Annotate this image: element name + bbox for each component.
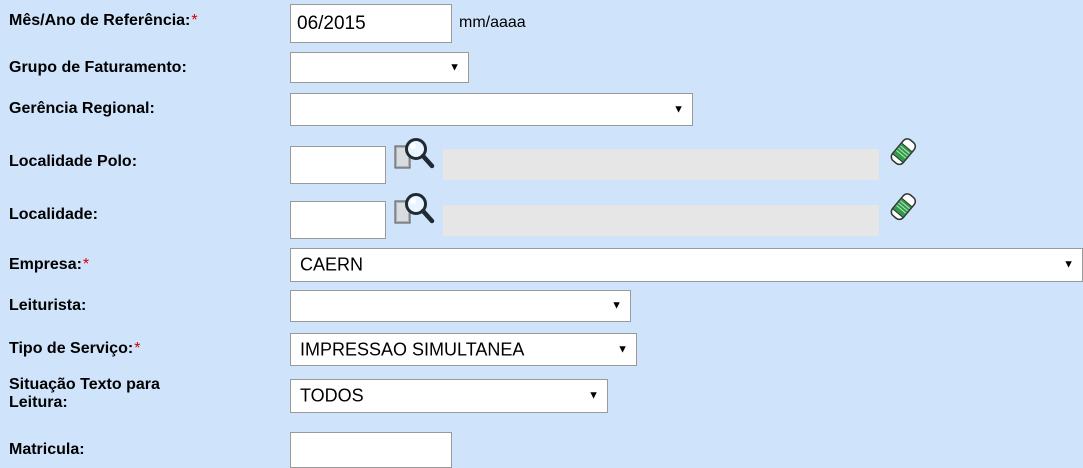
dropdown-arrow-icon: ▼ [588, 389, 599, 402]
eraser-clear-icon[interactable] [886, 135, 920, 174]
gerencia-regional-select[interactable]: ▼ [290, 93, 693, 126]
dropdown-arrow-icon: ▼ [673, 103, 684, 115]
magnifier-search-icon[interactable] [392, 189, 436, 240]
empresa-value: CAERN [300, 254, 364, 275]
dropdown-arrow-icon: ▼ [1063, 258, 1074, 271]
situacao-texto-select[interactable]: TODOS ▼ [290, 379, 608, 413]
localidade-label: Localidade: [9, 206, 98, 223]
situacao-texto-label: Situação Texto para Leitura: [9, 376, 160, 412]
matricula-label: Matricula: [9, 441, 85, 458]
mes-ano-label: Mês/Ano de Referência:* [9, 12, 198, 30]
required-marker: * [191, 12, 198, 29]
required-marker: * [134, 340, 141, 357]
grupo-faturamento-label: Grupo de Faturamento: [9, 59, 187, 76]
situacao-texto-label-line1: Situação Texto para [9, 376, 160, 393]
required-marker: * [82, 256, 90, 273]
tipo-servico-label-text: Tipo de Serviço: [9, 340, 134, 357]
situacao-texto-value: TODOS [300, 385, 364, 406]
mes-ano-input[interactable]: 06/2015 [290, 4, 452, 43]
tipo-servico-value: IMPRESSAO SIMULTANEA [300, 339, 525, 359]
localidade-description [443, 205, 879, 236]
localidade-polo-description [443, 149, 879, 180]
leiturista-label: Leiturista: [9, 297, 87, 314]
dropdown-arrow-icon: ▼ [449, 61, 460, 73]
situacao-texto-label-line2: Leitura: [9, 394, 68, 411]
mes-ano-label-text: Mês/Ano de Referência: [9, 12, 191, 29]
mes-ano-hint: mm/aaaa [459, 14, 526, 31]
empresa-select[interactable]: CAERN ▼ [290, 248, 1083, 282]
gerencia-regional-label: Gerência Regional: [9, 100, 155, 117]
matricula-input[interactable] [290, 432, 452, 468]
dropdown-arrow-icon: ▼ [617, 343, 628, 355]
magnifier-search-icon[interactable] [392, 134, 436, 185]
tipo-servico-label: Tipo de Serviço:* [9, 340, 140, 358]
localidade-polo-code-input[interactable] [290, 146, 386, 184]
tipo-servico-select[interactable]: IMPRESSAO SIMULTANEA ▼ [290, 333, 637, 366]
dropdown-arrow-icon: ▼ [611, 299, 622, 312]
grupo-faturamento-select[interactable]: ▼ [290, 52, 469, 83]
empresa-label-text: Empresa: [9, 256, 82, 273]
localidade-polo-label: Localidade Polo: [9, 153, 138, 170]
eraser-clear-icon[interactable] [886, 190, 920, 229]
localidade-code-input[interactable] [290, 201, 386, 239]
leiturista-select[interactable]: ▼ [290, 290, 631, 322]
empresa-label: Empresa:* [9, 256, 89, 274]
